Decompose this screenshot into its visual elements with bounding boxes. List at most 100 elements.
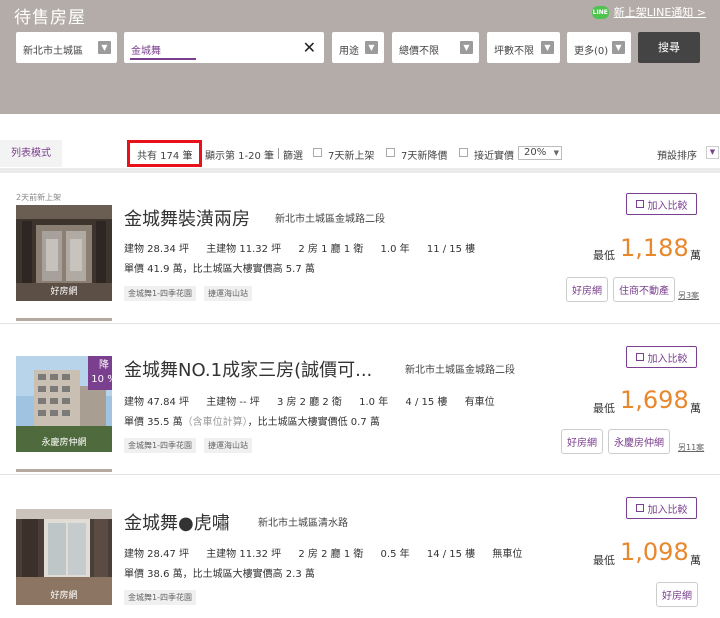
near-actual-label[interactable]: 接近實價 [474,147,514,162]
listing-price: 1,188 [620,234,689,262]
spec-building: 建物 47.84 坪 [124,397,189,408]
spec-parking: 無車位 [492,549,523,560]
region-value: 新北市土城區 [23,46,83,57]
spec-layout: 3 房 2 廳 2 衛 [276,397,342,408]
more-cases-link[interactable]: 另11案 [678,442,704,453]
community-tag[interactable]: 金城舞1-四季花園 [124,286,196,301]
spec-age: 1.0 年 [380,244,410,255]
discount-badge: 降 10 % [88,356,112,390]
more-cases-link[interactable]: 另3案 [678,290,699,301]
price-drop-checkbox[interactable] [386,148,395,157]
new-listing-tag: 2天前新上架 [16,193,62,202]
showing-range: 顯示第 1-20 筆 [205,151,275,162]
tab-list-mode[interactable]: 列表模式 [0,140,62,167]
spec-layout: 2 房 2 廳 1 衛 [298,549,364,560]
chevron-down-icon[interactable]: ▼ [706,146,719,159]
keyword-input[interactable]: 金城舞 ✕ [124,32,324,63]
mrt-tag[interactable]: 捷運海山站 [203,438,252,453]
spec-floor: 4 / 15 樓 [405,397,448,408]
listing-title[interactable]: 金城舞裝潢兩房 [124,205,250,231]
close-icon[interactable]: ✕ [303,38,316,57]
add-compare-button[interactable]: 加入比較 [626,193,697,215]
spec-age: 0.5 年 [380,549,410,560]
unit-price: 單價 38.6 萬，比土城區大樓實價高 2.3 萬 [124,565,315,580]
agent-button[interactable]: 好房網 [561,429,603,454]
spec-floor: 11 / 15 樓 [426,244,476,255]
listing-photo[interactable]: 好房網 [16,205,112,301]
price-drop-label[interactable]: 7天新降價 [401,147,447,162]
page: 待售房屋 LINE 新上架LINE通知 > 新北市土城區 ▼ 金城舞 ✕ 用途 … [0,0,720,618]
ping-select[interactable]: 坪數不限 ▼ [487,32,560,63]
agent-button[interactable]: 好房網 [566,277,608,302]
thumb-brand: 好房網 [50,287,78,297]
community-tag[interactable]: 金城舞1-四季花園 [124,590,196,605]
toolbar-divider [0,168,720,173]
checkbox-icon [635,353,644,361]
unit-price-text: 單價 38.6 萬，比土城區大樓實價高 2.3 萬 [124,569,315,580]
listing-title[interactable]: 金城舞●虎嘯 [124,509,230,535]
sort-label[interactable]: 預設排序 [657,147,697,162]
listing-specs: 建物 28.47 坪 主建物 11.32 坪 2 房 2 廳 1 衛 0.5 年… [124,545,536,560]
chevron-down-icon: ▼ [541,41,554,54]
more-filters-select[interactable]: 更多(0) ▼ [567,32,631,63]
agent-list: 好房網 [656,582,698,607]
spec-building: 建物 28.47 坪 [124,549,189,560]
agent-button[interactable]: 住商不動產 [613,277,675,302]
listing-address: 新北市土城區金城路二段 [405,365,515,376]
keyword-value: 金城舞 [131,46,161,57]
add-compare-button[interactable]: 加入比較 [626,497,697,519]
region-select[interactable]: 新北市土城區 ▼ [16,32,117,63]
unit-price: 單價 35.5 萬（含車位計算），比土城區大樓實價低 0.7 萬 [124,413,380,428]
price-unit: 萬 [690,402,701,415]
spec-layout: 2 房 1 廳 1 衛 [298,244,364,255]
listing-tags: 金城舞1-四季花園 [124,590,196,605]
discount-label: 降 [99,360,109,371]
agent-button[interactable]: 永慶房仲網 [608,429,670,454]
chevron-down-icon: ▼ [553,149,559,157]
chevron-down-icon: ▼ [612,41,625,54]
line-notify-link[interactable]: LINE 新上架LINE通知 > [591,4,706,20]
listing-divider [0,323,720,324]
filter-label: 篩選 [283,151,303,162]
spec-age: 1.0 年 [359,397,389,408]
mrt-tag[interactable]: 捷運海山站 [203,286,252,301]
unit-price-text: 單價 41.9 萬，比土城區大樓實價高 5.7 萬 [124,264,315,275]
near-actual-checkbox[interactable] [459,148,468,157]
new-7days-checkbox[interactable] [313,148,322,157]
unit-price-note: （含車位計算） [182,417,248,428]
agent-list: 好房網 永慶房仲網 [561,429,670,454]
search-button[interactable]: 搜尋 [638,32,700,63]
listing-photo[interactable]: 降 10 % 永慶房仲網 [16,356,112,452]
agent-button[interactable]: 好房網 [656,582,698,607]
spec-main: 主建物 -- 坪 [206,397,260,408]
usage-select[interactable]: 用途 ▼ [332,32,384,63]
total-count: 共有 174 筆 [137,151,193,162]
more-filters-value: 更多(0) [574,46,609,57]
percentage-select[interactable]: 20% ▼ [518,146,562,160]
listing-address: 新北市土城區金城路二段 [275,214,385,225]
listing-photo[interactable]: 好房網 [16,509,112,605]
usage-value: 用途 [339,46,359,57]
community-tag[interactable]: 金城舞1-四季花園 [124,438,196,453]
listing-price: 1,698 [620,386,689,414]
agent-list: 好房網 住商不動產 [566,277,675,302]
spec-floor: 14 / 15 樓 [426,549,476,560]
thumb-divider [16,318,112,321]
total-price-value: 總價不限 [399,46,439,57]
add-compare-button[interactable]: 加入比較 [626,346,697,368]
total-price-select[interactable]: 總價不限 ▼ [392,32,479,63]
unit-price-compare: ，比土城區大樓實價低 0.7 萬 [247,417,380,428]
spec-main: 主建物 11.32 坪 [206,549,282,560]
listing-price: 1,098 [620,538,689,566]
thumb-brand: 永慶房仲網 [41,438,87,448]
thumb-brand: 好房網 [50,591,78,601]
spec-main: 主建物 11.32 坪 [206,244,282,255]
listing-title[interactable]: 金城舞NO.1成家三房(誠價可... [124,356,372,382]
ping-value: 坪數不限 [494,46,534,57]
percentage-value: 20% [524,147,547,158]
unit-price-text: 單價 35.5 萬 [124,417,183,428]
line-icon: LINE [591,5,609,19]
listing-divider [0,474,720,475]
new-7days-label[interactable]: 7天新上架 [328,147,374,162]
toolbar-separator [278,148,279,159]
